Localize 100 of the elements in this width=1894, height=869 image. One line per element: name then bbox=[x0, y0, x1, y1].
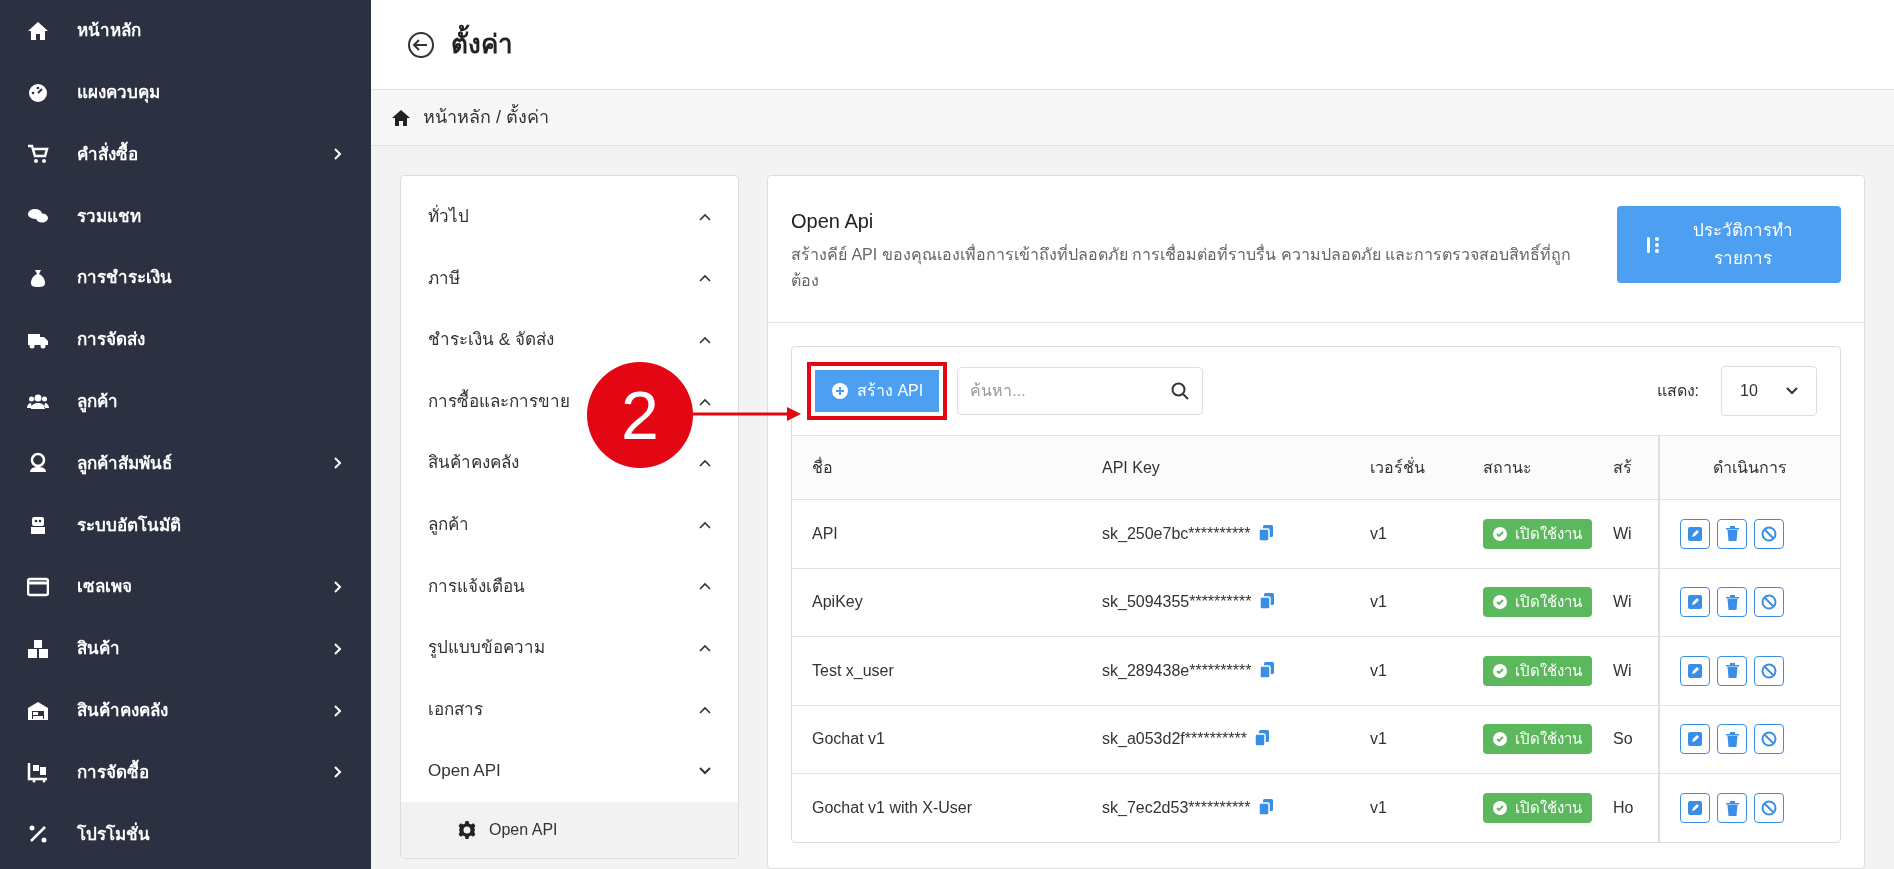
page-size-select[interactable]: 10 bbox=[1721, 366, 1817, 416]
breadcrumb: หน้าหลัก / ตั้งค่า bbox=[423, 104, 549, 131]
disable-button[interactable] bbox=[1754, 518, 1784, 549]
edit-icon bbox=[1688, 732, 1702, 747]
check-circle-icon bbox=[1493, 663, 1507, 678]
version-cell: v1 bbox=[1370, 799, 1387, 816]
copy-icon[interactable] bbox=[1259, 661, 1275, 678]
delete-button[interactable] bbox=[1717, 655, 1747, 686]
name-cell: Gochat v1 bbox=[812, 730, 885, 748]
chevron-right-icon bbox=[333, 456, 343, 471]
cart-boxes-icon bbox=[27, 761, 49, 784]
copy-icon[interactable] bbox=[1259, 799, 1274, 815]
sidebar-item[interactable]: รวมแชท bbox=[0, 185, 371, 248]
settings-section[interactable]: การแจ้งเตือน bbox=[428, 573, 525, 600]
settings-section[interactable]: รูปแบบข้อความ bbox=[428, 635, 545, 661]
disable-button[interactable] bbox=[1754, 793, 1784, 823]
trash-icon bbox=[1725, 731, 1739, 747]
version-cell: v1 bbox=[1370, 661, 1387, 679]
edit-button[interactable] bbox=[1680, 518, 1710, 549]
edit-button[interactable] bbox=[1680, 655, 1710, 686]
copy-icon[interactable] bbox=[1255, 730, 1271, 747]
edit-button[interactable] bbox=[1680, 724, 1710, 755]
check-circle-icon bbox=[1493, 801, 1507, 815]
edit-button[interactable] bbox=[1680, 587, 1710, 618]
ban-icon bbox=[1761, 525, 1777, 542]
column-header: เวอร์ชั่น bbox=[1362, 435, 1475, 500]
name-cell: ApiKey bbox=[812, 593, 863, 611]
settings-section[interactable]: ลูกค้า bbox=[428, 512, 469, 538]
sidebar-item[interactable]: คำสั่งซื้อ bbox=[0, 123, 371, 186]
sidebar-item[interactable]: สินค้า bbox=[0, 617, 371, 680]
check-circle-icon bbox=[1493, 732, 1507, 747]
list-icon bbox=[1645, 234, 1661, 255]
column-5-cell: Wi bbox=[1613, 524, 1632, 542]
disable-button[interactable] bbox=[1754, 655, 1784, 686]
delete-button[interactable] bbox=[1717, 587, 1747, 618]
plus-circle-icon bbox=[831, 382, 849, 400]
check-circle-icon bbox=[1493, 526, 1507, 541]
ban-icon bbox=[1761, 594, 1777, 611]
edit-icon bbox=[1688, 595, 1702, 610]
panel-title: Open Api bbox=[791, 209, 875, 234]
ban-icon bbox=[1761, 731, 1777, 748]
chevron-right-icon bbox=[333, 765, 343, 780]
column-5-cell: So bbox=[1613, 730, 1633, 748]
sidebar-item[interactable]: เซลเพจ bbox=[0, 556, 371, 618]
settings-section[interactable]: การซื้อและการขาย bbox=[428, 388, 570, 415]
copy-icon[interactable] bbox=[1259, 593, 1275, 610]
column-header: ชื่อ bbox=[792, 435, 1082, 500]
chevron-right-icon bbox=[333, 641, 343, 656]
settings-section[interactable]: สินค้าคงคลัง bbox=[428, 450, 519, 476]
version-cell: v1 bbox=[1370, 524, 1387, 542]
copy-icon[interactable] bbox=[1259, 524, 1274, 541]
trash-icon bbox=[1725, 526, 1739, 542]
disable-button[interactable] bbox=[1754, 724, 1784, 755]
settings-subitem[interactable]: Open API bbox=[401, 801, 738, 858]
column-header: สร้ bbox=[1605, 435, 1659, 500]
cart-icon bbox=[27, 143, 49, 166]
chevron-right-icon bbox=[333, 147, 343, 162]
api-key-cell: sk_5094355********** bbox=[1102, 593, 1252, 611]
sidebar-item[interactable]: โปรโมชั่น bbox=[0, 803, 371, 866]
search-icon[interactable] bbox=[1171, 382, 1190, 400]
person-icon bbox=[27, 452, 49, 475]
sidebar-item[interactable]: ลูกค้า bbox=[0, 370, 371, 433]
chevron-down-icon bbox=[1786, 387, 1798, 395]
status-badge: เปิดใช้งาน bbox=[1483, 518, 1592, 549]
api-key-cell: sk_250e7bc********** bbox=[1102, 524, 1251, 542]
delete-button[interactable] bbox=[1717, 793, 1747, 823]
settings-section[interactable]: ทั่วไป bbox=[428, 204, 469, 230]
sidebar-item[interactable]: การจัดส่ง bbox=[0, 309, 371, 371]
sidebar-item[interactable]: การจัดซื้อ bbox=[0, 741, 371, 804]
settings-section[interactable]: ชำระเงิน & จัดส่ง bbox=[428, 327, 554, 353]
delete-button[interactable] bbox=[1717, 518, 1747, 549]
sidebar-item[interactable]: ระบบอัตโนมัติ bbox=[0, 494, 371, 557]
edit-icon bbox=[1688, 801, 1702, 815]
show-label: แสดง: bbox=[1656, 381, 1699, 401]
settings-section[interactable]: เอกสาร bbox=[428, 696, 483, 723]
sidebar-item[interactable]: หน้าหลัก bbox=[0, 0, 371, 62]
search-field[interactable]: ค้นหา... bbox=[957, 367, 1204, 415]
page-title: ตั้งค่า bbox=[451, 25, 513, 64]
column-5-cell: Ho bbox=[1613, 799, 1634, 816]
name-cell: Gochat v1 with X-User bbox=[812, 799, 973, 816]
gear-icon bbox=[457, 819, 477, 840]
sidebar-item[interactable]: แผงควบคุม bbox=[0, 61, 371, 124]
settings-section[interactable]: Open API bbox=[428, 758, 501, 784]
trash-icon bbox=[1725, 663, 1739, 679]
home-icon[interactable] bbox=[391, 108, 411, 127]
name-cell: API bbox=[812, 524, 838, 542]
api-key-cell: sk_a053d2f********** bbox=[1102, 730, 1247, 748]
sidebar-item[interactable]: การชำระเงิน bbox=[0, 247, 371, 309]
sidebar-item[interactable]: สินค้าคงคลัง bbox=[0, 679, 371, 742]
api-key-cell: sk_289438e********** bbox=[1102, 661, 1252, 679]
delete-button[interactable] bbox=[1717, 724, 1747, 755]
column-5-cell: Wi bbox=[1613, 593, 1632, 611]
status-badge: เปิดใช้งาน bbox=[1483, 724, 1592, 755]
edit-button[interactable] bbox=[1680, 793, 1710, 823]
settings-section[interactable]: ภาษี bbox=[428, 265, 460, 292]
name-cell: Test x_user bbox=[812, 661, 894, 679]
sidebar-item[interactable]: ลูกค้าสัมพันธ์ bbox=[0, 432, 371, 495]
disable-button[interactable] bbox=[1754, 587, 1784, 618]
back-icon[interactable] bbox=[407, 30, 435, 59]
edit-icon bbox=[1688, 663, 1702, 678]
